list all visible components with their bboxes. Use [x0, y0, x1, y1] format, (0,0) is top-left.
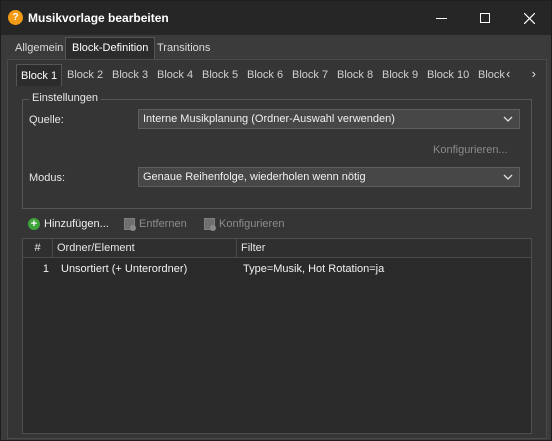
title-bar: ? Musikvorlage bearbeiten [1, 1, 551, 35]
tab-allgemein[interactable]: Allgemein [9, 39, 69, 59]
mode-label: Modus: [29, 172, 66, 184]
configure-icon [204, 218, 216, 231]
column-header-element[interactable]: Ordner/Element [53, 239, 237, 258]
close-button[interactable] [507, 1, 551, 35]
remove-button[interactable]: Entfernen [124, 218, 187, 231]
tab-scroll-arrows: ‹ › [506, 66, 536, 82]
plus-icon: + [28, 218, 40, 230]
window-title: Musikvorlage bearbeiten [28, 11, 169, 25]
tab-block-7[interactable]: Block 7 [292, 66, 328, 86]
element-table: # Ordner/Element Filter 1 Unsortiert (+ … [22, 238, 532, 434]
mode-select-value: Genaue Reihenfolge, wiederholen wenn nöt… [143, 171, 366, 183]
minimize-icon [435, 17, 447, 19]
add-button-label: Hinzufügen... [44, 218, 109, 230]
chevron-down-icon [503, 110, 513, 134]
chevron-left-icon[interactable]: ‹ [506, 66, 510, 82]
source-label: Quelle: [29, 114, 64, 126]
configure-element-label: Konfigurieren [219, 218, 285, 230]
remove-button-label: Entfernen [139, 218, 187, 230]
mode-select[interactable]: Genaue Reihenfolge, wiederholen wenn nöt… [138, 167, 520, 187]
settings-group: Einstellungen Quelle: Interne Musikplanu… [22, 92, 532, 209]
chevron-right-icon[interactable]: › [532, 66, 536, 82]
column-header-filter[interactable]: Filter [237, 239, 531, 258]
maximize-icon [480, 13, 490, 23]
tab-block-1[interactable]: Block 1 [16, 64, 63, 86]
tab-block-5[interactable]: Block 5 [202, 66, 238, 86]
tab-block-4[interactable]: Block 4 [157, 66, 193, 86]
tab-block-11[interactable]: Block [478, 66, 505, 86]
app-logo-icon: ? [8, 10, 23, 25]
table-header: # Ordner/Element Filter [23, 239, 531, 258]
row-filter: Type=Musik, Hot Rotation=ja [243, 263, 385, 275]
configure-source-button[interactable]: Konfigurieren... [433, 144, 508, 156]
settings-legend: Einstellungen [29, 92, 102, 104]
maximize-button[interactable] [463, 1, 507, 35]
row-element: Unsortiert (+ Unterordner) [61, 263, 188, 275]
minimize-button[interactable] [419, 1, 463, 35]
column-header-number[interactable]: # [23, 239, 53, 258]
tab-block-definition[interactable]: Block-Definition [65, 37, 156, 59]
close-icon [523, 12, 535, 24]
tab-block-9[interactable]: Block 9 [382, 66, 418, 86]
main-tab-bar: Allgemein Block-Definition Transitions [1, 37, 551, 59]
configure-element-button[interactable]: Konfigurieren [204, 218, 285, 231]
tab-block-3[interactable]: Block 3 [112, 66, 148, 86]
tab-block-8[interactable]: Block 8 [337, 66, 373, 86]
element-toolbar: + Hinzufügen... Entfernen Konfigurieren [22, 214, 532, 238]
remove-icon [124, 218, 136, 231]
block-tab-bar: Block 1 Block 2 Block 3 Block 4 Block 5 … [16, 64, 540, 86]
dialog-window: ? Musikvorlage bearbeiten Allgemein Bloc… [0, 0, 552, 441]
tab-block-10[interactable]: Block 10 [427, 66, 469, 86]
source-select-value: Interne Musikplanung (Ordner-Auswahl ver… [143, 113, 395, 125]
tab-block-6[interactable]: Block 6 [247, 66, 283, 86]
add-button[interactable]: + Hinzufügen... [28, 218, 109, 230]
tab-transitions[interactable]: Transitions [151, 39, 216, 59]
tab-block-2[interactable]: Block 2 [67, 66, 103, 86]
chevron-down-icon [503, 168, 513, 192]
table-row[interactable]: 1 Unsortiert (+ Unterordner) Type=Musik,… [23, 260, 531, 278]
row-number: 1 [42, 263, 49, 275]
source-select[interactable]: Interne Musikplanung (Ordner-Auswahl ver… [138, 109, 520, 129]
block-definition-panel: Block 1 Block 2 Block 3 Block 4 Block 5 … [7, 59, 547, 439]
